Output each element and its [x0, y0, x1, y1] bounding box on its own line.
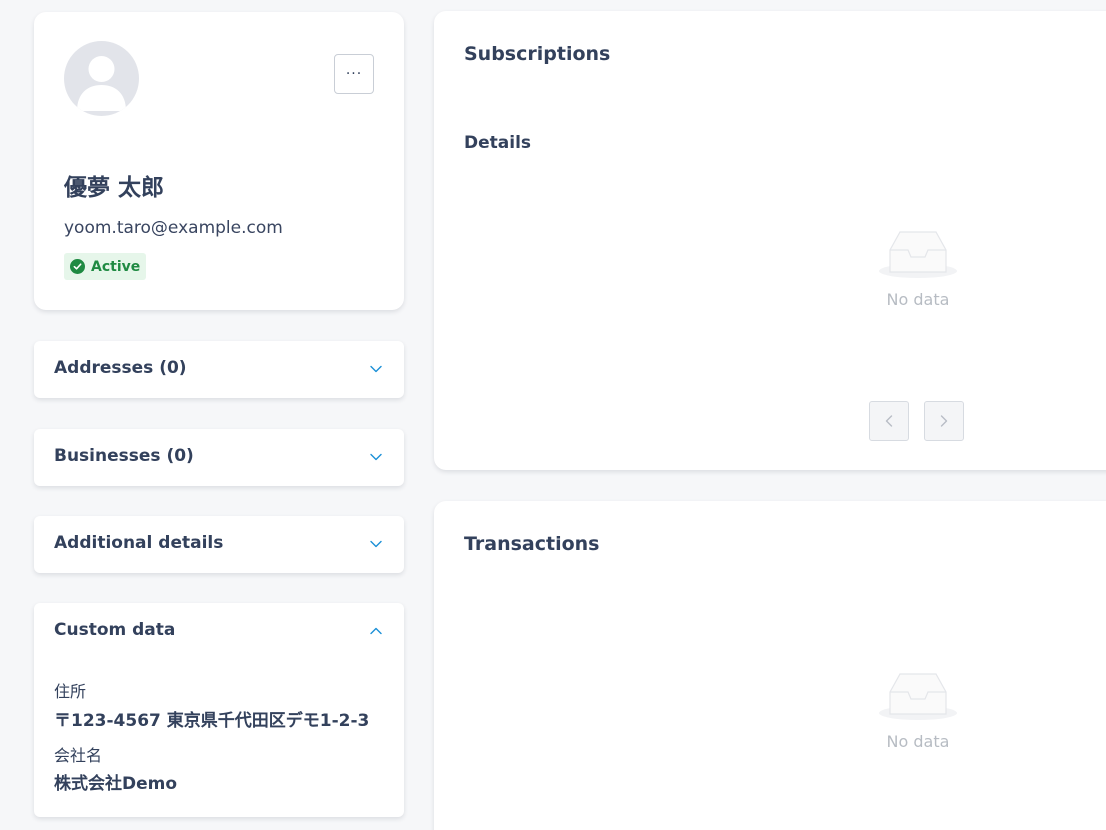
company-value: 株式会社Demo [54, 774, 178, 794]
custom-data-title: Custom data [54, 620, 176, 640]
profile-card: ··· 優夢 太郎 yoom.taro@example.com Active [34, 12, 404, 310]
custom-data-accordion[interactable]: Custom data 住所 〒123-4567 東京県千代田区デモ1-2-3 … [34, 603, 404, 817]
status-badge: Active [64, 253, 147, 280]
chevron-right-icon [940, 415, 948, 427]
avatar [64, 41, 139, 116]
company-label: 会社名 [54, 746, 103, 765]
chevron-left-icon [885, 415, 893, 427]
address-label: 住所 [54, 682, 87, 701]
empty-text: No data [886, 290, 950, 309]
addresses-accordion[interactable]: Addresses (0) [34, 341, 404, 398]
chevron-down-icon[interactable] [369, 450, 383, 464]
additional-details-title: Additional details [54, 533, 224, 553]
subscriptions-panel: Subscriptions Details No data [434, 11, 1106, 470]
businesses-title: Businesses (0) [54, 446, 194, 466]
profile-email: yoom.taro@example.com [64, 218, 283, 238]
check-circle-icon [70, 259, 85, 274]
subscriptions-title: Subscriptions [464, 43, 611, 65]
addresses-title: Addresses (0) [54, 358, 187, 378]
profile-name: 優夢 太郎 [64, 175, 165, 201]
chevron-down-icon[interactable] [369, 537, 383, 551]
empty-state: No data [878, 226, 958, 309]
empty-state: No data [878, 668, 958, 751]
details-title: Details [464, 133, 532, 153]
user-silhouette-icon [77, 56, 126, 111]
empty-text: No data [886, 732, 950, 751]
more-options-button[interactable]: ··· [334, 54, 374, 94]
businesses-accordion[interactable]: Businesses (0) [34, 429, 404, 486]
status-label: Active [91, 258, 141, 275]
transactions-title: Transactions [464, 533, 600, 555]
prev-page-button[interactable] [869, 401, 909, 441]
empty-inbox-icon [879, 673, 957, 720]
transactions-panel: Transactions No data [434, 501, 1106, 830]
chevron-up-icon[interactable] [369, 624, 383, 638]
chevron-down-icon[interactable] [369, 362, 383, 376]
next-page-button[interactable] [924, 401, 964, 441]
empty-inbox-icon [879, 231, 957, 278]
additional-details-accordion[interactable]: Additional details [34, 516, 404, 573]
address-value: 〒123-4567 東京県千代田区デモ1-2-3 [54, 711, 370, 731]
